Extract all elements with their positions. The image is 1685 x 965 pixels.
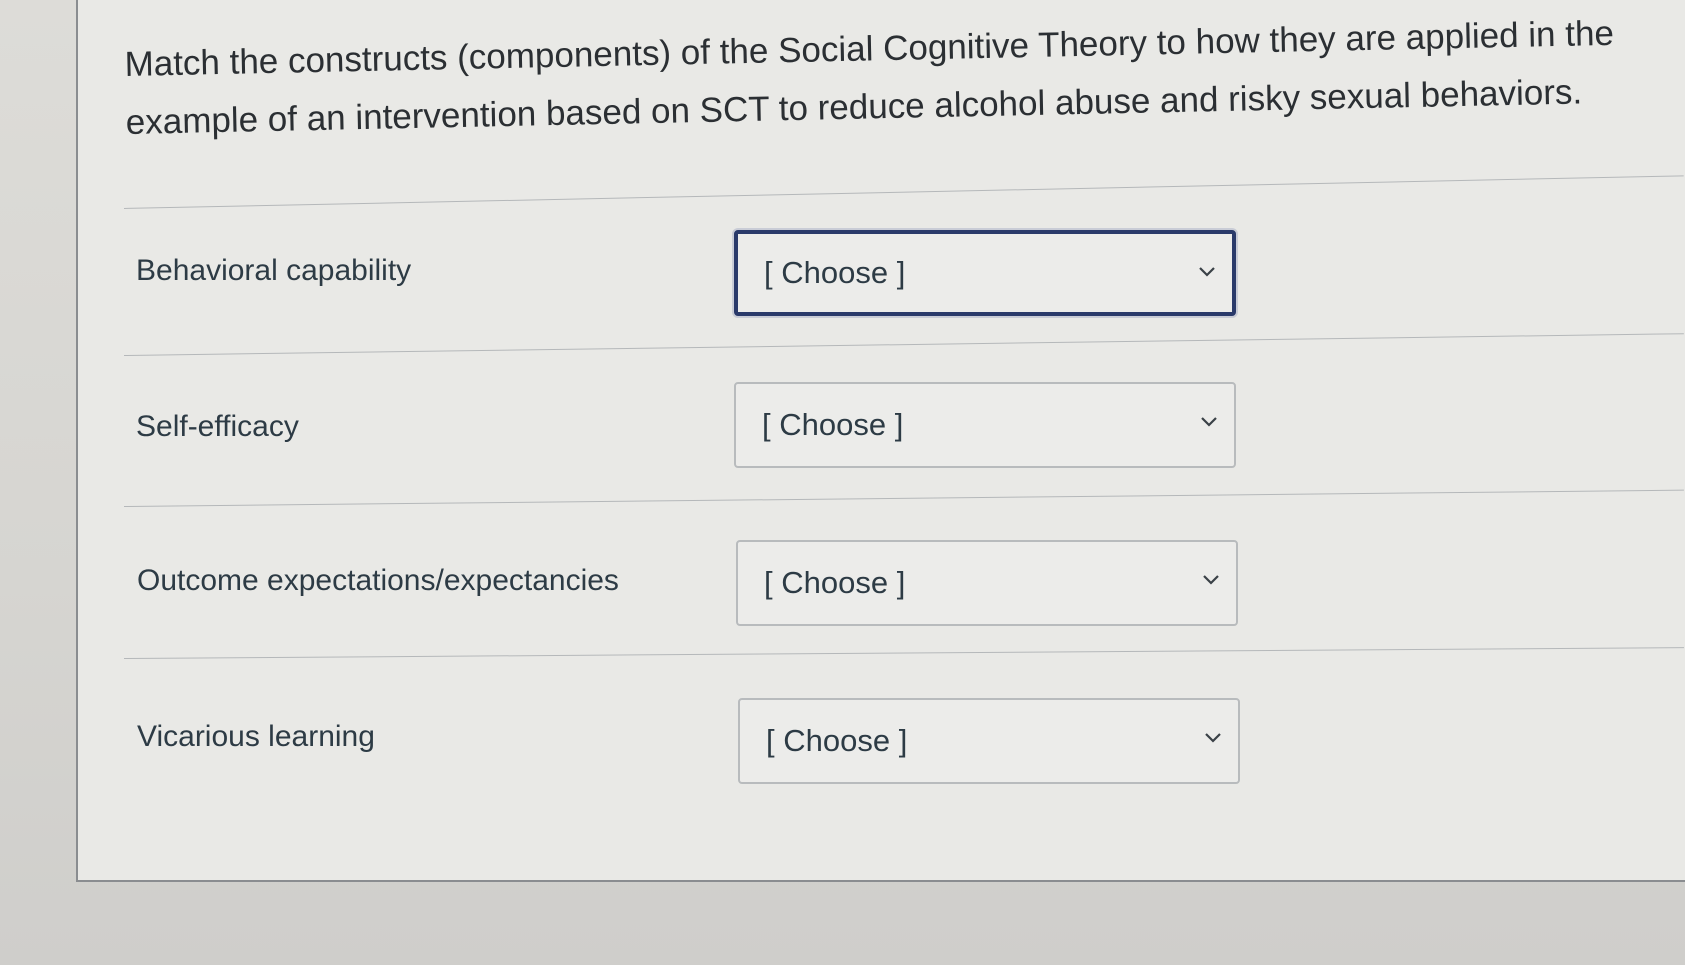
match-select-vicarious-learning[interactable]: [ Choose ] — [738, 698, 1240, 784]
select-value: [ Choose ] — [766, 723, 908, 758]
construct-label-self-efficacy: Self-efficacy — [136, 410, 299, 443]
construct-label-behavioral-capability: Behavioral capability — [136, 254, 412, 287]
select-value: [ Choose ] — [764, 255, 906, 290]
chevron-down-icon — [1201, 417, 1217, 427]
divider — [123, 175, 1684, 209]
construct-label-vicarious-learning: Vicarious learning — [137, 720, 375, 753]
match-select-self-efficacy[interactable]: [ Choose ] — [734, 382, 1236, 468]
match-select-outcome-expectations[interactable]: [ Choose ] — [736, 540, 1238, 626]
chevron-down-icon — [1203, 575, 1219, 585]
chevron-down-icon — [1205, 733, 1221, 743]
match-select-behavioral-capability[interactable]: [ Choose ] — [734, 230, 1236, 316]
chevron-down-icon — [1199, 267, 1215, 277]
select-value: [ Choose ] — [764, 565, 906, 600]
select-value: [ Choose ] — [762, 407, 904, 442]
divider — [123, 489, 1684, 507]
divider — [123, 647, 1684, 659]
divider — [123, 333, 1684, 356]
construct-label-outcome-expectations: Outcome expectations/expectancies — [137, 564, 619, 597]
question-card: Match the constructs (components) of the… — [76, 0, 1685, 882]
question-prompt: Match the constructs (components) of the… — [124, 13, 1615, 142]
